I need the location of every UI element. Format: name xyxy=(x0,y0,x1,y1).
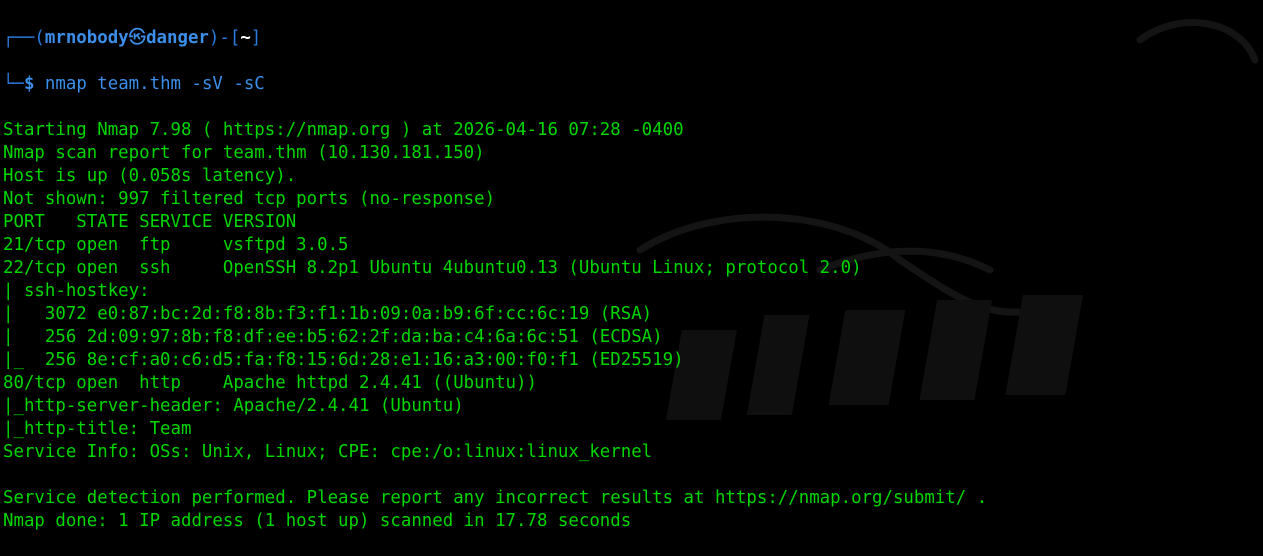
output-line: Nmap scan report for team.thm (10.130.18… xyxy=(3,143,485,163)
output-line: Service Info: OSs: Unix, Linux; CPE: cpe… xyxy=(3,442,653,462)
output-line: | 256 2d:09:97:8b:f8:df:ee:b5:62:2f:da:b… xyxy=(3,327,663,347)
prompt-line-1: ┌──(mrnobody㉿danger)-[~] xyxy=(3,28,262,48)
prompt-cwd: ~ xyxy=(240,28,251,48)
output-line: Not shown: 997 filtered tcp ports (no-re… xyxy=(3,189,496,209)
command-input[interactable]: nmap team.thm -sV -sC xyxy=(45,74,265,94)
prompt-user: mrnobody xyxy=(44,28,129,48)
terminal-output: ┌──(mrnobody㉿danger)-[~] └─$ nmap team.t… xyxy=(3,4,987,556)
output-line: | ssh-hostkey: xyxy=(3,281,161,301)
prompt-at-symbol: ㉿ xyxy=(128,28,147,48)
output-line: 80/tcp open http Apache httpd 2.4.41 ((U… xyxy=(3,373,537,393)
output-line: |_ 256 8e:cf:a0:c6:d5:fa:f8:15:6d:28:e1:… xyxy=(3,350,684,370)
output-line: |_http-title: Team xyxy=(3,419,192,439)
output-line: PORT STATE SERVICE VERSION xyxy=(3,212,297,232)
output-line: Nmap done: 1 IP address (1 host up) scan… xyxy=(3,511,632,531)
output-line: Starting Nmap 7.98 ( https://nmap.org ) … xyxy=(3,120,684,140)
prompt-host: danger xyxy=(146,28,209,48)
output-line: |_http-server-header: Apache/2.4.41 (Ubu… xyxy=(3,396,464,416)
output-line: | 3072 e0:87:bc:2d:f8:8b:f3:f1:1b:09:0a:… xyxy=(3,304,653,324)
output-line: 21/tcp open ftp vsftpd 3.0.5 xyxy=(3,235,349,255)
prompt-line-2[interactable]: └─$ nmap team.thm -sV -sC xyxy=(3,73,987,96)
output-line: Service detection performed. Please repo… xyxy=(3,488,988,508)
output-line: 22/tcp open ssh OpenSSH 8.2p1 Ubuntu 4ub… xyxy=(3,258,862,278)
output-line: Host is up (0.058s latency). xyxy=(3,166,297,186)
